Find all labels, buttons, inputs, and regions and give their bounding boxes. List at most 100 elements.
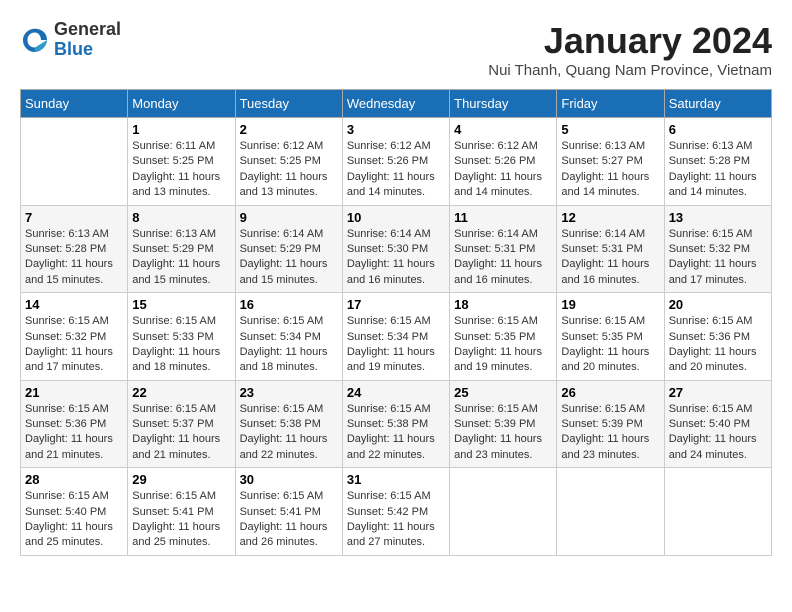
day-number: 17	[347, 297, 445, 312]
day-number: 14	[25, 297, 123, 312]
day-number: 3	[347, 122, 445, 137]
calendar-cell: 11 Sunrise: 6:14 AM Sunset: 5:31 PM Dayli…	[450, 205, 557, 293]
day-number: 26	[561, 385, 659, 400]
column-header-friday: Friday	[557, 90, 664, 118]
calendar-cell: 9 Sunrise: 6:14 AM Sunset: 5:29 PM Daylig…	[235, 205, 342, 293]
day-info: Sunrise: 6:15 AM Sunset: 5:33 PM Dayligh…	[132, 314, 230, 376]
day-info: Sunrise: 6:13 AM Sunset: 5:28 PM Dayligh…	[25, 227, 123, 289]
day-info: Sunrise: 6:15 AM Sunset: 5:35 PM Dayligh…	[561, 314, 659, 376]
day-number: 15	[132, 297, 230, 312]
calendar-week-2: 7 Sunrise: 6:13 AM Sunset: 5:28 PM Daylig…	[21, 205, 772, 293]
calendar-cell: 21 Sunrise: 6:15 AM Sunset: 5:36 PM Dayli…	[21, 380, 128, 468]
location: Nui Thanh, Quang Nam Province, Vietnam	[488, 62, 772, 79]
column-header-wednesday: Wednesday	[342, 90, 449, 118]
calendar-cell: 15 Sunrise: 6:15 AM Sunset: 5:33 PM Dayli…	[128, 293, 235, 381]
day-info: Sunrise: 6:14 AM Sunset: 5:31 PM Dayligh…	[454, 227, 552, 289]
calendar-cell: 3 Sunrise: 6:12 AM Sunset: 5:26 PM Daylig…	[342, 118, 449, 206]
day-number: 8	[132, 210, 230, 225]
calendar-cell: 5Sunrise: 6:13 AM Sunset: 5:27 PM Daylig…	[557, 118, 664, 206]
calendar-cell: 1Sunrise: 6:11 AM Sunset: 5:25 PM Daylig…	[128, 118, 235, 206]
day-number: 16	[240, 297, 338, 312]
day-number: 19	[561, 297, 659, 312]
day-number: 23	[240, 385, 338, 400]
day-info: Sunrise: 6:12 AM Sunset: 5:26 PM Dayligh…	[347, 139, 445, 201]
day-number: 11	[454, 210, 552, 225]
day-info: Sunrise: 6:14 AM Sunset: 5:29 PM Dayligh…	[240, 227, 338, 289]
calendar-cell	[664, 468, 771, 556]
logo: General Blue	[20, 20, 121, 60]
calendar-cell: 6 Sunrise: 6:13 AM Sunset: 5:28 PM Daylig…	[664, 118, 771, 206]
day-info: Sunrise: 6:15 AM Sunset: 5:38 PM Dayligh…	[347, 402, 445, 464]
column-header-monday: Monday	[128, 90, 235, 118]
day-number: 4	[454, 122, 552, 137]
day-number: 29	[132, 472, 230, 487]
calendar-week-3: 14Sunrise: 6:15 AM Sunset: 5:32 PM Dayli…	[21, 293, 772, 381]
month-title: January 2024	[488, 20, 772, 62]
calendar-cell	[557, 468, 664, 556]
column-header-tuesday: Tuesday	[235, 90, 342, 118]
calendar-cell	[450, 468, 557, 556]
day-number: 21	[25, 385, 123, 400]
day-number: 27	[669, 385, 767, 400]
day-number: 7	[25, 210, 123, 225]
day-info: Sunrise: 6:15 AM Sunset: 5:34 PM Dayligh…	[347, 314, 445, 376]
calendar-cell: 14Sunrise: 6:15 AM Sunset: 5:32 PM Dayli…	[21, 293, 128, 381]
day-number: 28	[25, 472, 123, 487]
page-header: General Blue January 2024 Nui Thanh, Qua…	[20, 20, 772, 79]
day-info: Sunrise: 6:12 AM Sunset: 5:26 PM Dayligh…	[454, 139, 552, 201]
calendar-cell: 22 Sunrise: 6:15 AM Sunset: 5:37 PM Dayli…	[128, 380, 235, 468]
calendar-cell: 12Sunrise: 6:14 AM Sunset: 5:31 PM Dayli…	[557, 205, 664, 293]
day-number: 5	[561, 122, 659, 137]
calendar-cell: 29 Sunrise: 6:15 AM Sunset: 5:41 PM Dayli…	[128, 468, 235, 556]
day-number: 12	[561, 210, 659, 225]
calendar-cell: 27 Sunrise: 6:15 AM Sunset: 5:40 PM Dayli…	[664, 380, 771, 468]
day-number: 13	[669, 210, 767, 225]
calendar-cell: 10 Sunrise: 6:14 AM Sunset: 5:30 PM Dayli…	[342, 205, 449, 293]
title-section: January 2024 Nui Thanh, Quang Nam Provin…	[488, 20, 772, 79]
calendar-cell: 17 Sunrise: 6:15 AM Sunset: 5:34 PM Dayli…	[342, 293, 449, 381]
day-number: 2	[240, 122, 338, 137]
day-info: Sunrise: 6:13 AM Sunset: 5:28 PM Dayligh…	[669, 139, 767, 201]
calendar-week-5: 28 Sunrise: 6:15 AM Sunset: 5:40 PM Dayli…	[21, 468, 772, 556]
day-number: 30	[240, 472, 338, 487]
day-info: Sunrise: 6:15 AM Sunset: 5:38 PM Dayligh…	[240, 402, 338, 464]
day-info: Sunrise: 6:15 AM Sunset: 5:42 PM Dayligh…	[347, 489, 445, 551]
day-info: Sunrise: 6:15 AM Sunset: 5:40 PM Dayligh…	[25, 489, 123, 551]
day-info: Sunrise: 6:15 AM Sunset: 5:41 PM Dayligh…	[132, 489, 230, 551]
day-info: Sunrise: 6:14 AM Sunset: 5:30 PM Dayligh…	[347, 227, 445, 289]
day-number: 22	[132, 385, 230, 400]
calendar-cell: 7 Sunrise: 6:13 AM Sunset: 5:28 PM Daylig…	[21, 205, 128, 293]
column-header-thursday: Thursday	[450, 90, 557, 118]
day-info: Sunrise: 6:15 AM Sunset: 5:40 PM Dayligh…	[669, 402, 767, 464]
day-info: Sunrise: 6:12 AM Sunset: 5:25 PM Dayligh…	[240, 139, 338, 201]
day-number: 9	[240, 210, 338, 225]
calendar-cell: 23 Sunrise: 6:15 AM Sunset: 5:38 PM Dayli…	[235, 380, 342, 468]
day-number: 6	[669, 122, 767, 137]
calendar-cell: 18 Sunrise: 6:15 AM Sunset: 5:35 PM Dayli…	[450, 293, 557, 381]
day-number: 18	[454, 297, 552, 312]
calendar-header-row: SundayMondayTuesdayWednesdayThursdayFrid…	[21, 90, 772, 118]
logo-icon	[20, 25, 50, 55]
day-info: Sunrise: 6:15 AM Sunset: 5:37 PM Dayligh…	[132, 402, 230, 464]
day-number: 24	[347, 385, 445, 400]
calendar-cell: 20Sunrise: 6:15 AM Sunset: 5:36 PM Dayli…	[664, 293, 771, 381]
calendar-cell: 28 Sunrise: 6:15 AM Sunset: 5:40 PM Dayli…	[21, 468, 128, 556]
day-number: 25	[454, 385, 552, 400]
calendar-cell: 16 Sunrise: 6:15 AM Sunset: 5:34 PM Dayli…	[235, 293, 342, 381]
day-number: 10	[347, 210, 445, 225]
calendar-cell: 2 Sunrise: 6:12 AM Sunset: 5:25 PM Daylig…	[235, 118, 342, 206]
calendar-table: SundayMondayTuesdayWednesdayThursdayFrid…	[20, 89, 772, 556]
column-header-sunday: Sunday	[21, 90, 128, 118]
calendar-cell: 26Sunrise: 6:15 AM Sunset: 5:39 PM Dayli…	[557, 380, 664, 468]
calendar-cell: 30Sunrise: 6:15 AM Sunset: 5:41 PM Dayli…	[235, 468, 342, 556]
day-number: 20	[669, 297, 767, 312]
day-info: Sunrise: 6:15 AM Sunset: 5:34 PM Dayligh…	[240, 314, 338, 376]
calendar-cell: 4 Sunrise: 6:12 AM Sunset: 5:26 PM Daylig…	[450, 118, 557, 206]
day-info: Sunrise: 6:15 AM Sunset: 5:35 PM Dayligh…	[454, 314, 552, 376]
calendar-cell: 19 Sunrise: 6:15 AM Sunset: 5:35 PM Dayli…	[557, 293, 664, 381]
calendar-cell: 8Sunrise: 6:13 AM Sunset: 5:29 PM Daylig…	[128, 205, 235, 293]
calendar-week-4: 21 Sunrise: 6:15 AM Sunset: 5:36 PM Dayli…	[21, 380, 772, 468]
calendar-cell: 25Sunrise: 6:15 AM Sunset: 5:39 PM Dayli…	[450, 380, 557, 468]
day-info: Sunrise: 6:15 AM Sunset: 5:36 PM Dayligh…	[25, 402, 123, 464]
day-info: Sunrise: 6:11 AM Sunset: 5:25 PM Dayligh…	[132, 139, 230, 201]
